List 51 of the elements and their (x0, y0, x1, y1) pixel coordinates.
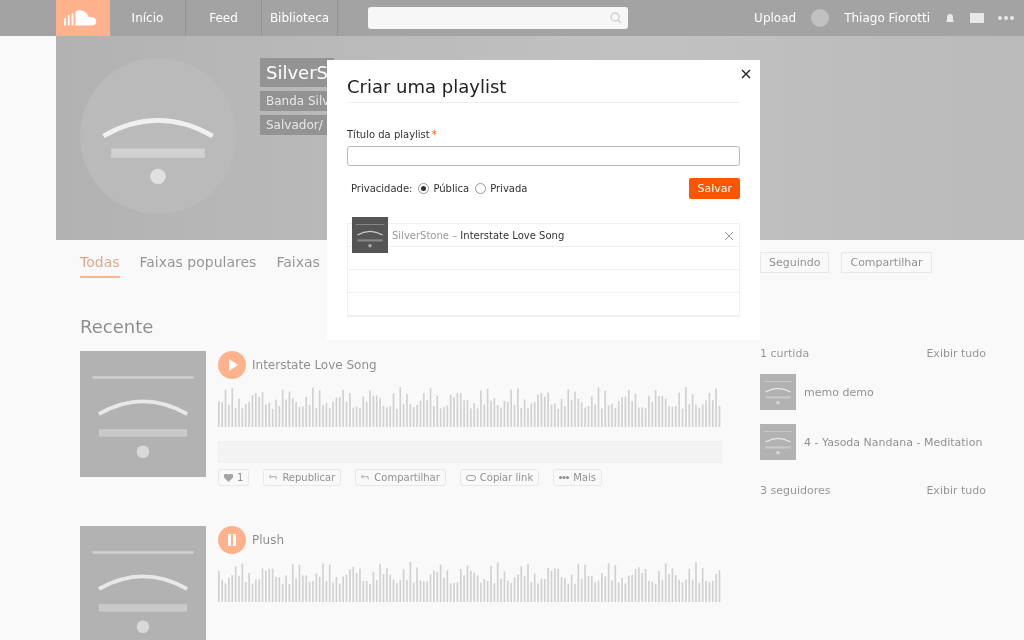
privacy-label: Privacidade: (351, 183, 413, 194)
following-button[interactable]: Seguindo (760, 252, 830, 273)
repost-icon (361, 473, 371, 482)
bell-icon[interactable] (944, 12, 956, 24)
field-label: Título da playlist * (347, 129, 438, 140)
more-icon[interactable] (998, 16, 1014, 20)
privacy-radio[interactable]: Pública (418, 183, 470, 194)
avatar-icon (810, 8, 831, 28)
repost-icon (269, 473, 279, 482)
pause-button[interactable] (218, 526, 246, 554)
profile-detail: Salvador/ (260, 115, 329, 135)
section-title: Recente (80, 316, 155, 337)
more-icon (559, 476, 570, 479)
track-title[interactable]: memo demo (804, 385, 874, 399)
search-icon (610, 12, 622, 24)
user-menu[interactable]: Thiago Fiorotti (844, 11, 930, 25)
upload-link[interactable]: Upload (754, 11, 797, 25)
share-button[interactable]: Compartilhar (841, 252, 932, 273)
title-input[interactable] (347, 146, 740, 166)
dialog-title: Criar uma playlist (347, 74, 740, 103)
track-action[interactable]: Copiar link (459, 469, 540, 486)
track-action[interactable]: Mais (553, 469, 602, 486)
profile-tab[interactable]: Faixas populares (139, 254, 257, 278)
view-all-link[interactable]: Exibir tudo (926, 347, 986, 360)
track-thumbnail (760, 424, 796, 460)
track-thumbnail (352, 217, 388, 253)
profile-tab[interactable]: Todas (80, 254, 120, 278)
followers-heading: 3 seguidores (760, 484, 831, 497)
heart-icon (224, 473, 233, 482)
track-title[interactable]: 4 - Yasoda Nandana - Meditation (804, 435, 983, 449)
remove-button[interactable] (723, 229, 735, 241)
profile-tab[interactable]: Faixas (276, 254, 320, 278)
track-action[interactable]: 1 (218, 469, 250, 486)
track-action[interactable]: Republicar (263, 469, 342, 486)
save-button[interactable]: Salvar (689, 178, 740, 199)
track-thumbnail (760, 374, 796, 410)
profile-name: SilverS (260, 58, 334, 87)
search-field[interactable] (368, 7, 628, 29)
cloud-logo[interactable] (56, 0, 110, 36)
track-action[interactable]: Compartilhar (355, 469, 446, 486)
track-title[interactable]: Interstate Love Song (252, 358, 377, 372)
view-all-link[interactable]: Exibir tudo (926, 484, 986, 497)
close-icon (724, 231, 734, 241)
track-title[interactable]: Plush (252, 533, 285, 547)
mail-icon[interactable] (970, 13, 984, 23)
close-icon (741, 68, 751, 79)
likes-heading: 1 curtida (760, 347, 810, 360)
privacy-radio[interactable]: Privada (475, 183, 528, 194)
play-button[interactable] (218, 351, 246, 379)
link-icon (465, 474, 476, 481)
track-name: SilverStone – Interstate Love Song (392, 229, 565, 241)
